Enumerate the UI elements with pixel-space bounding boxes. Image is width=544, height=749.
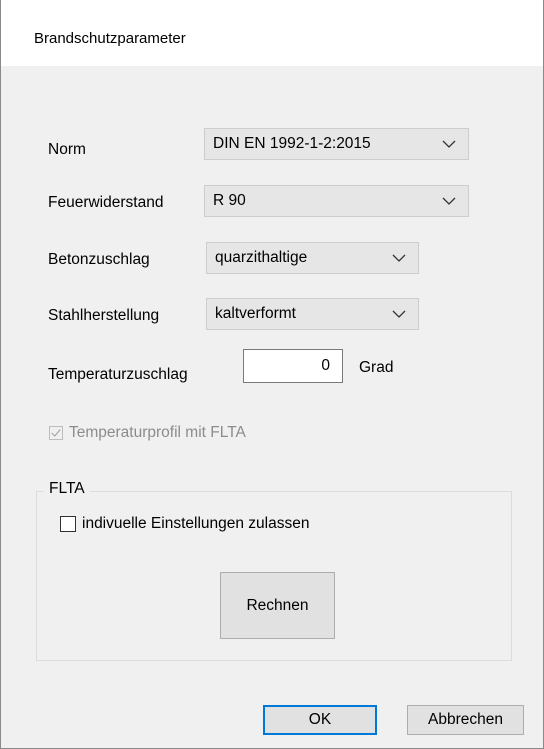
stahlherstellung-value: kaltverformt bbox=[215, 305, 296, 322]
betonzuschlag-value: quarzithaltige bbox=[215, 249, 308, 266]
temperaturprofil-label: Temperaturprofil mit FLTA bbox=[69, 424, 246, 441]
individual-settings-checkbox[interactable] bbox=[60, 516, 76, 532]
chevron-down-icon bbox=[392, 310, 406, 318]
checkmark-icon bbox=[51, 429, 61, 437]
rechnen-button-label: Rechnen bbox=[246, 597, 309, 614]
brandschutzparameter-dialog: Brandschutzparameter Norm DIN EN 1992-1-… bbox=[0, 0, 544, 749]
norm-dropdown[interactable]: DIN EN 1992-1-2:2015 bbox=[204, 128, 469, 160]
window-title: Brandschutzparameter bbox=[34, 30, 186, 47]
chevron-down-icon bbox=[392, 254, 406, 262]
temperaturprofil-checkbox[interactable] bbox=[49, 426, 63, 440]
temperaturzuschlag-input[interactable]: 0 bbox=[243, 349, 343, 383]
ok-button-label: OK bbox=[308, 711, 332, 728]
flta-group-title: FLTA bbox=[44, 480, 90, 498]
stahlherstellung-dropdown[interactable]: kaltverformt bbox=[206, 298, 419, 330]
stahlherstellung-label: Stahlherstellung bbox=[48, 307, 160, 324]
temperaturzuschlag-unit: Grad bbox=[359, 359, 394, 376]
norm-label: Norm bbox=[48, 141, 86, 158]
temperaturzuschlag-label: Temperaturzuschlag bbox=[48, 366, 188, 383]
feuerwiderstand-value: R 90 bbox=[213, 192, 246, 209]
feuerwiderstand-label: Feuerwiderstand bbox=[48, 194, 164, 211]
rechnen-button[interactable]: Rechnen bbox=[220, 572, 335, 639]
ok-button[interactable]: OK bbox=[263, 705, 377, 735]
abbrechen-button[interactable]: Abbrechen bbox=[407, 705, 524, 735]
norm-value: DIN EN 1992-1-2:2015 bbox=[213, 135, 371, 152]
feuerwiderstand-dropdown[interactable]: R 90 bbox=[204, 185, 469, 217]
temperaturzuschlag-value: 0 bbox=[321, 357, 330, 374]
betonzuschlag-label: Betonzuschlag bbox=[48, 251, 150, 268]
individual-settings-label: indivuelle Einstellungen zulassen bbox=[82, 515, 310, 532]
title-bar: Brandschutzparameter bbox=[1, 0, 543, 66]
chevron-down-icon bbox=[442, 197, 456, 205]
abbrechen-button-label: Abbrechen bbox=[428, 711, 503, 728]
betonzuschlag-dropdown[interactable]: quarzithaltige bbox=[206, 242, 419, 274]
chevron-down-icon bbox=[442, 140, 456, 148]
